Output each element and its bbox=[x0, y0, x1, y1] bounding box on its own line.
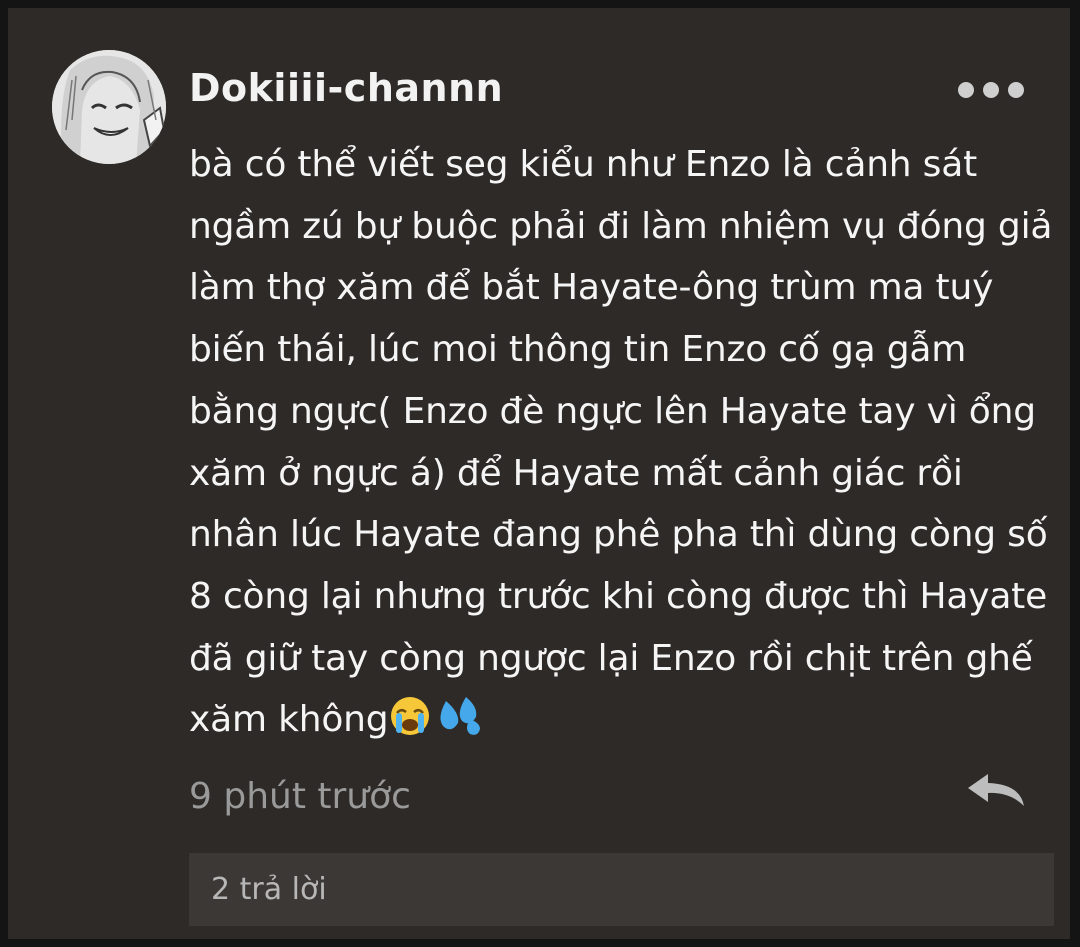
more-dots-icon bbox=[958, 82, 974, 98]
avatar[interactable] bbox=[52, 50, 166, 164]
more-dots-icon bbox=[1008, 82, 1024, 98]
reply-arrow-icon bbox=[968, 774, 1024, 806]
username[interactable]: Dokiiii-channn bbox=[189, 66, 503, 110]
replies-count-label: 2 trả lời bbox=[211, 872, 327, 907]
timestamp: 9 phút trước bbox=[189, 776, 411, 817]
avatar-image bbox=[52, 50, 166, 164]
more-dots-icon bbox=[983, 82, 999, 98]
reply-button[interactable] bbox=[966, 772, 1026, 812]
sweat-droplets-emoji bbox=[432, 693, 486, 757]
comment-text: bà có thể viết seg kiểu như Enzo là cảnh… bbox=[189, 144, 1064, 741]
crying-face-emoji bbox=[388, 693, 432, 757]
comment-card: Dokiiii-channn bà có thể viết seg kiểu n… bbox=[8, 8, 1070, 939]
view-replies-button[interactable]: 2 trả lời bbox=[189, 853, 1054, 926]
more-options-button[interactable] bbox=[958, 82, 1024, 98]
comment-body: bà có thể viết seg kiểu như Enzo là cảnh… bbox=[189, 134, 1055, 757]
